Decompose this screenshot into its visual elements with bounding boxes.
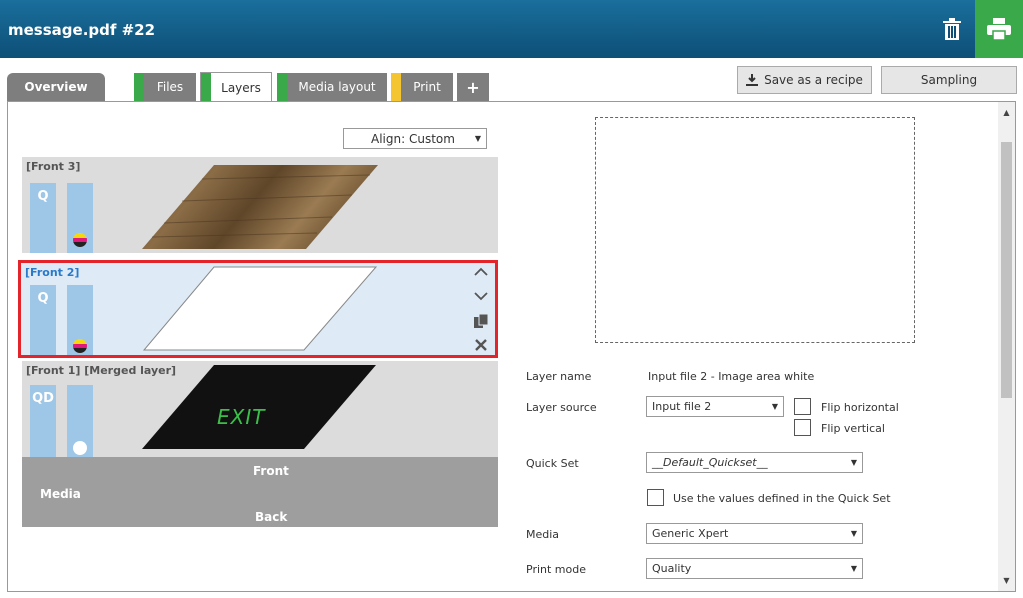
tab-media-layout-label: Media layout [298, 80, 376, 94]
chevron-up-icon [474, 267, 488, 276]
close-icon [475, 339, 487, 351]
quickset-code: QD [32, 391, 54, 406]
duplicate-layer-button[interactable] [471, 311, 491, 331]
layer-source-value: Input file 2 [652, 400, 712, 413]
tab-status-stripe [134, 73, 144, 101]
scroll-up-icon[interactable]: ▲ [998, 104, 1015, 121]
trash-icon [943, 18, 961, 40]
layer-preview-area [595, 117, 915, 343]
sampling-label: Sampling [920, 73, 978, 87]
caret-down-icon: ▼ [850, 564, 857, 573]
save-as-recipe-button[interactable]: Save as a recipe [737, 66, 872, 94]
layer-name: [Front 3] [26, 160, 81, 173]
ink-bar [67, 183, 93, 253]
document-title: message.pdf #22 [8, 21, 156, 39]
layer-front-1[interactable]: [Front 1] [Merged layer] QD EXIT [22, 361, 498, 457]
print-mode-value: Quality [652, 562, 692, 575]
quick-set-label: Quick Set [526, 457, 579, 470]
save-as-recipe-label: Save as a recipe [764, 73, 863, 87]
vertical-scrollbar[interactable]: ▲ ▼ [998, 102, 1015, 591]
printer-icon [987, 18, 1011, 40]
media-bar: Front Media Back [22, 457, 498, 527]
align-value: Align: Custom [371, 131, 455, 146]
media-label: Media [526, 528, 560, 541]
quickset-bar: QD [30, 385, 56, 457]
layer-name: [Front 2] [25, 266, 80, 279]
exit-sign-thumbnail: EXIT [142, 365, 376, 449]
quickset-bar: Q [30, 285, 56, 355]
cmyk-ink-icon [73, 233, 87, 247]
download-icon [746, 74, 759, 86]
flip-vertical-checkbox[interactable] [794, 419, 811, 436]
front-label: Front [253, 464, 289, 478]
quick-set-dropdown[interactable]: __Default_Quickset__ ▼ [646, 452, 863, 473]
app-header: message.pdf #22 [0, 0, 1023, 58]
layers-panel: Align: Custom ▼ [Front 3] Q [Front 2] Q … [7, 101, 1016, 592]
caret-down-icon: ▼ [771, 402, 778, 411]
print-button[interactable] [975, 0, 1023, 58]
caret-down-icon: ▼ [850, 529, 857, 538]
add-tab-button[interactable]: + [457, 73, 489, 101]
scroll-thumb[interactable] [1001, 142, 1012, 398]
use-quickset-values-label: Use the values defined in the Quick Set [673, 492, 891, 505]
use-quickset-values-checkbox[interactable] [647, 489, 664, 506]
move-down-button[interactable] [471, 286, 491, 306]
move-up-button[interactable] [471, 261, 491, 281]
tab-overview[interactable]: Overview [7, 73, 105, 101]
tab-status-stripe [277, 73, 287, 101]
tab-print[interactable]: Print [391, 73, 453, 101]
sampling-button[interactable]: Sampling [881, 66, 1017, 94]
quick-set-value: __Default_Quickset__ [652, 456, 768, 469]
caret-down-icon: ▼ [850, 458, 857, 467]
delete-button[interactable] [931, 0, 973, 58]
white-layer-thumbnail [142, 266, 378, 351]
caret-down-icon: ▼ [474, 134, 481, 143]
flip-horizontal-checkbox[interactable] [794, 398, 811, 415]
flip-horizontal-label: Flip horizontal [821, 401, 899, 414]
tab-overview-label: Overview [24, 80, 88, 94]
back-label: Back [255, 510, 288, 524]
tab-print-label: Print [413, 80, 441, 94]
wood-texture-thumbnail [142, 165, 378, 249]
layer-front-3[interactable]: [Front 3] Q [22, 157, 498, 253]
layer-source-dropdown[interactable]: Input file 2 ▼ [646, 396, 784, 417]
layer-source-label: Layer source [526, 401, 597, 414]
layer-name-label: Layer name [526, 370, 592, 383]
delete-layer-button[interactable] [471, 335, 491, 355]
media-label: Media [40, 487, 81, 501]
ink-bar [67, 285, 93, 355]
tab-bar: Overview Files Layers Media layout Print… [0, 58, 1023, 102]
tab-files-label: Files [156, 80, 184, 94]
print-mode-label: Print mode [526, 563, 586, 576]
tab-status-stripe [201, 73, 211, 102]
tab-layers[interactable]: Layers [200, 72, 272, 102]
tab-layers-label: Layers [221, 80, 261, 95]
tab-media-layout[interactable]: Media layout [277, 73, 387, 101]
flip-vertical-label: Flip vertical [821, 422, 885, 435]
white-ink-icon [73, 441, 87, 455]
layer-name-value: Input file 2 - Image area white [648, 370, 815, 383]
scroll-down-icon[interactable]: ▼ [998, 572, 1015, 589]
media-value: Generic Xpert [652, 527, 729, 540]
tab-status-stripe [391, 73, 401, 101]
cmyk-ink-icon [73, 339, 87, 353]
quickset-code: Q [37, 189, 49, 204]
plus-icon: + [466, 77, 480, 97]
media-dropdown[interactable]: Generic Xpert ▼ [646, 523, 863, 544]
quickset-code: Q [37, 291, 49, 306]
chevron-down-icon [474, 291, 488, 300]
copy-icon [474, 314, 488, 328]
print-mode-dropdown[interactable]: Quality ▼ [646, 558, 863, 579]
tab-files[interactable]: Files [134, 73, 196, 101]
exit-text: EXIT [217, 405, 266, 429]
layer-front-2-selected[interactable]: [Front 2] Q [18, 260, 498, 358]
quickset-bar: Q [30, 183, 56, 253]
align-dropdown[interactable]: Align: Custom ▼ [343, 128, 487, 149]
ink-bar [67, 385, 93, 457]
